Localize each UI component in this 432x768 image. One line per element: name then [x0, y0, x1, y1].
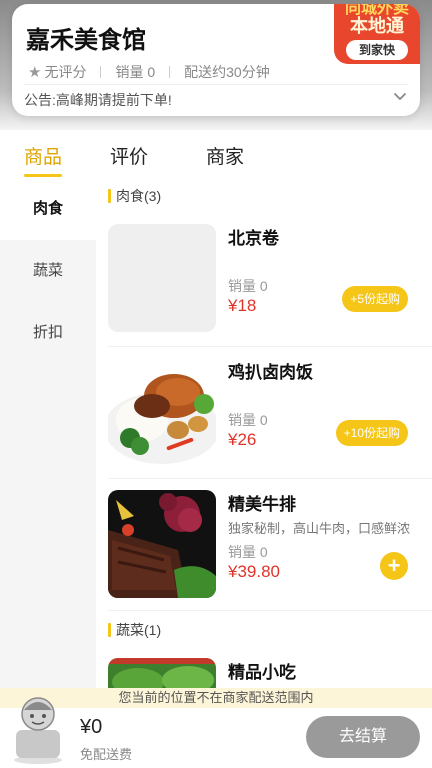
shop-tabs: 商品 评价 商家: [0, 130, 432, 178]
stat-divider: [169, 66, 171, 78]
cart-mascot-icon[interactable]: [10, 692, 66, 764]
product-image: [108, 658, 216, 688]
chevron-down-icon[interactable]: [392, 88, 408, 104]
product-price: ¥18: [228, 296, 257, 315]
cart-bar: ¥0 免配送费 去结算: [0, 697, 432, 768]
section-marker: [108, 189, 111, 203]
section-marker: [108, 623, 111, 637]
sidebar-item-discount[interactable]: 折扣: [0, 302, 96, 364]
product-name: 鸡扒卤肉饭: [228, 363, 313, 382]
product-image-placeholder: [108, 224, 216, 332]
badge-main-text: 本地通: [350, 16, 404, 36]
product-name: 北京卷: [228, 229, 279, 248]
steak-image: [108, 490, 216, 598]
section-header-vegetables: 蔬菜(1): [108, 620, 161, 640]
product-item[interactable]: 精品小吃: [96, 658, 432, 688]
section-title: 蔬菜(1): [116, 622, 162, 638]
section-title: 肉食(3): [116, 188, 162, 204]
checkout-button[interactable]: 去结算: [306, 716, 420, 758]
product-list[interactable]: 肉食(3) 北京卷 销量 0 ¥18 +5份起购 鸡扒卤肉饭 销量 0 ¥26 …: [96, 178, 432, 688]
badge-sub-text: 到家快: [346, 40, 408, 60]
product-sales: 销量 0: [228, 278, 268, 294]
rice-dish-image: [108, 358, 216, 466]
product-price: ¥26: [228, 430, 257, 449]
product-description: 独家秘制，高山牛肉，口感鲜浓: [228, 521, 411, 536]
product-item[interactable]: 精美牛排 独家秘制，高山牛肉，口感鲜浓 销量 0 ¥39.80 +: [96, 490, 432, 620]
cart-total: ¥0: [80, 716, 103, 738]
stat-divider: [100, 66, 102, 78]
min-order-button[interactable]: +5份起购: [342, 286, 408, 312]
product-item[interactable]: 鸡扒卤肉饭 销量 0 ¥26 +10份起购: [96, 358, 432, 488]
shop-delivery-time: 配送约30分钟: [184, 64, 270, 80]
category-sidebar: 肉食 蔬菜 折扣: [0, 178, 96, 688]
shop-stats: ★ 无评分 销量 0 配送约30分钟: [28, 62, 270, 82]
product-price: ¥39.80: [228, 562, 280, 581]
tab-reviews[interactable]: 评价: [110, 142, 148, 169]
product-sales: 销量 0: [228, 412, 268, 428]
min-order-button[interactable]: +10份起购: [335, 420, 408, 446]
tab-products[interactable]: 商品: [24, 142, 62, 169]
product-name: 精美牛排: [228, 495, 296, 514]
item-divider: [108, 610, 432, 611]
local-service-badge: 同城外卖 本地通 到家快: [334, 4, 420, 64]
snack-image: [108, 658, 216, 688]
product-image: [108, 358, 216, 466]
star-icon: ★: [28, 64, 42, 81]
add-to-cart-button[interactable]: +: [380, 552, 408, 580]
product-item[interactable]: 北京卷 销量 0 ¥18 +5份起购: [96, 224, 432, 354]
delivery-fee: 免配送费: [80, 747, 133, 762]
section-header-meat: 肉食(3): [108, 186, 161, 206]
item-divider: [108, 346, 432, 347]
shop-sales: 销量 0: [115, 64, 156, 80]
shop-notice[interactable]: 公告:高峰期请提前下单!: [24, 90, 172, 110]
product-image: [108, 490, 216, 598]
sidebar-item-meat[interactable]: 肉食: [0, 178, 96, 240]
shop-rating: 无评分: [44, 64, 87, 80]
card-divider: [24, 84, 408, 85]
tab-merchant[interactable]: 商家: [206, 142, 244, 169]
shop-name: 嘉禾美食馆: [26, 27, 146, 54]
shop-info-card: 嘉禾美食馆 ★ 无评分 销量 0 配送约30分钟 公告:高峰期请提前下单! 同城…: [12, 4, 420, 116]
active-tab-indicator: [24, 174, 62, 177]
item-divider: [108, 478, 432, 479]
product-sales: 销量 0: [228, 544, 268, 560]
sidebar-item-vegetables[interactable]: 蔬菜: [0, 240, 96, 302]
product-name: 精品小吃: [228, 663, 296, 682]
